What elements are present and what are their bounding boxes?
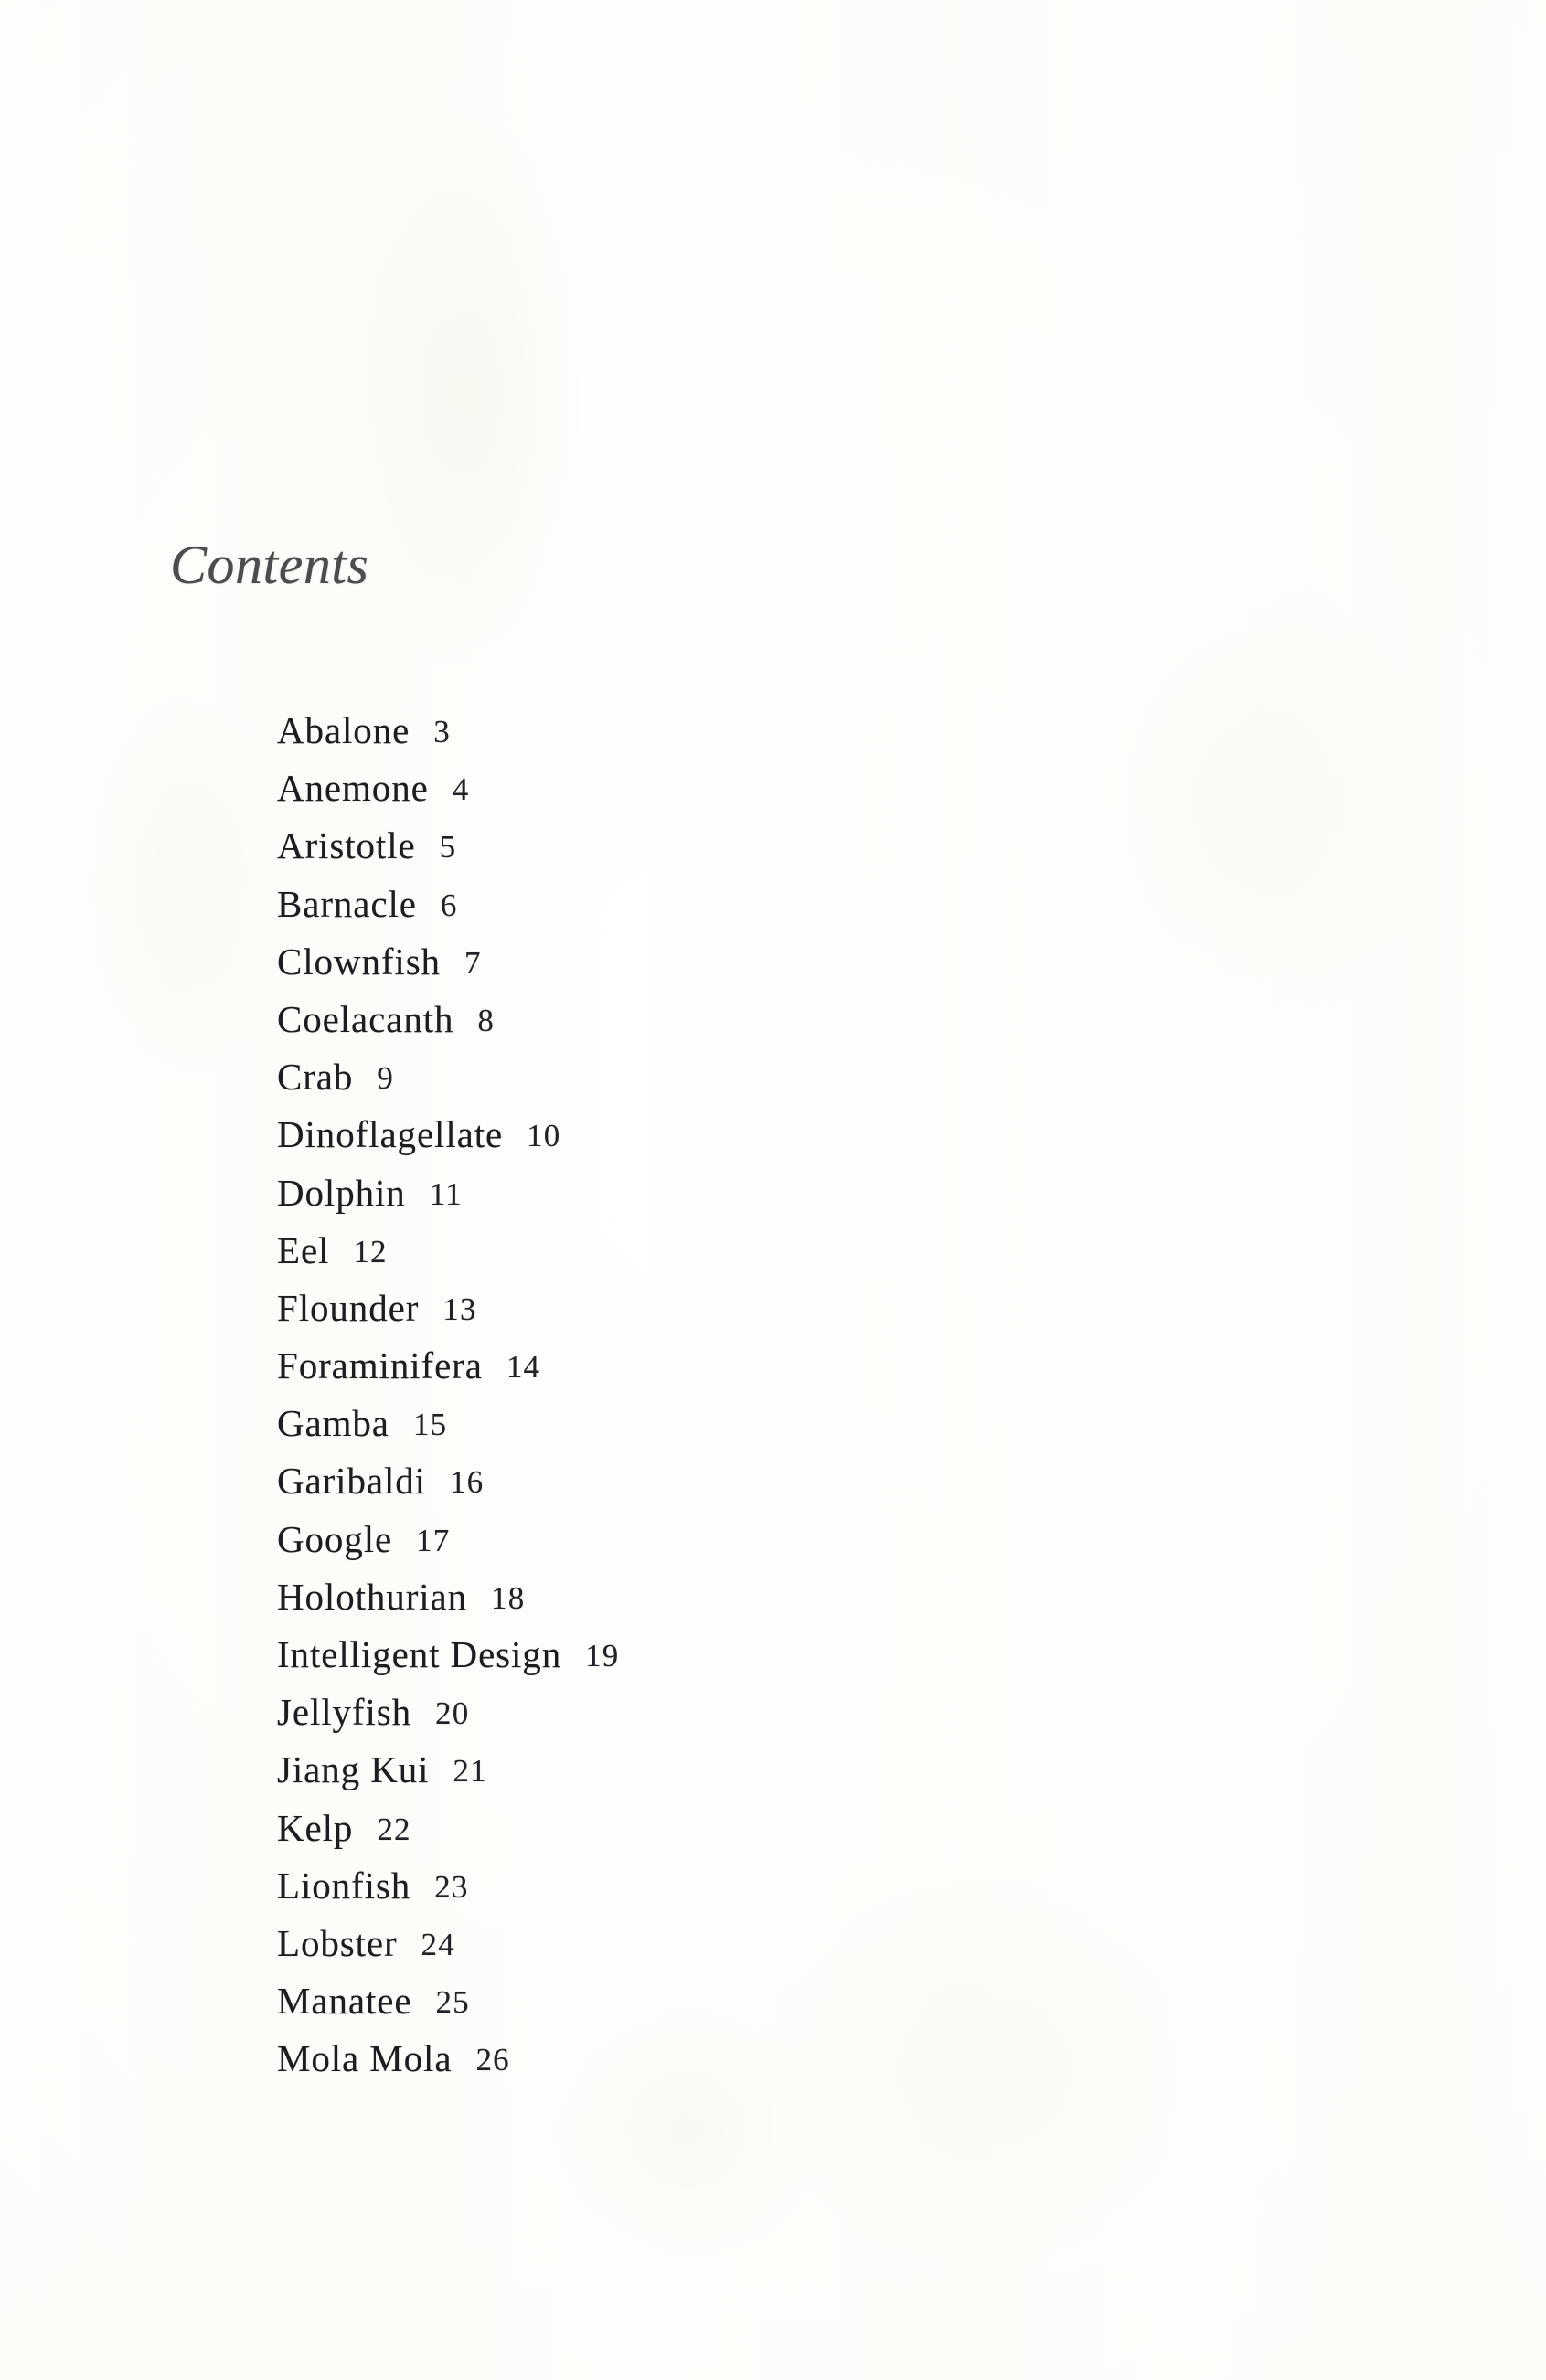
toc-entry-name: Eel (277, 1228, 330, 1271)
toc-entry-page-number: 3 (433, 714, 451, 749)
toc-entry[interactable]: Manatee 25 (277, 1972, 1100, 2030)
toc-entry-page-number: 6 (440, 887, 458, 923)
toc-entry[interactable]: Jiang Kui 21 (277, 1741, 1100, 1799)
toc-entry-name: Clownfish (277, 940, 441, 983)
toc-entry-name: Holothurian (277, 1575, 468, 1618)
toc-entry-page-number: 5 (439, 829, 457, 866)
toc-entry[interactable]: Gamba 15 (277, 1395, 1100, 1452)
toc-entry-name: Kelp (277, 1806, 354, 1849)
toc-entry[interactable]: Abalone 3 (277, 702, 1100, 760)
page-title: Contents (170, 535, 369, 595)
toc-entry[interactable]: Mola Mola 26 (277, 2030, 1100, 2088)
toc-entry-page-number: 8 (477, 1002, 496, 1038)
toc-entry-page-number: 11 (429, 1175, 463, 1212)
toc-entry-name: Coelacanth (277, 997, 454, 1040)
toc-entry-name: Anemone (277, 767, 429, 810)
scan-artifact (1079, 567, 1426, 1042)
toc-entry-page-number: 12 (353, 1233, 388, 1270)
book-page: Contents Abalone 3 Anemone 4 Aristotle 5 Barna… (0, 0, 1546, 2380)
toc-entry-name: Garibaldi (277, 1460, 426, 1503)
toc-entry-page-number: 15 (412, 1407, 448, 1443)
toc-entry-page-number: 17 (416, 1522, 451, 1558)
toc-entry-page-number: 7 (464, 944, 482, 981)
toc-entry-page-number: 13 (442, 1291, 477, 1327)
toc-entry-page-number: 23 (434, 1868, 469, 1905)
toc-entry[interactable]: Eel 12 (277, 1222, 1100, 1280)
toc-entry-name: Dolphin (277, 1171, 406, 1214)
toc-entry-page-number: 25 (435, 1984, 470, 2021)
toc-entry-name: Aristotle (277, 824, 416, 867)
toc-entry-name: Flounder (277, 1286, 420, 1329)
toc-entry-page-number: 14 (506, 1349, 541, 1386)
toc-entry-name: Jiang Kui (277, 1748, 430, 1791)
toc-entry[interactable]: Foraminifera 14 (277, 1337, 1100, 1395)
toc-entry-page-number: 9 (377, 1060, 395, 1097)
toc-entry-page-number: 18 (491, 1579, 526, 1616)
toc-entry-page-number: 26 (475, 2042, 510, 2078)
toc-entry[interactable]: Jellyfish 20 (277, 1684, 1100, 1741)
toc-entry-page-number: 4 (452, 771, 470, 808)
toc-entry-name: Crab (277, 1056, 354, 1099)
toc-entry[interactable]: Anemone 4 (277, 760, 1100, 817)
toc-entry[interactable]: Crab 9 (277, 1048, 1100, 1106)
toc-entry-page-number: 22 (377, 1811, 411, 1847)
toc-entry[interactable]: Lionfish 23 (277, 1857, 1100, 1915)
toc-entry-name: Barnacle (277, 882, 417, 925)
toc-entry-name: Mola Mola (277, 2037, 453, 2080)
toc-entry-name: Gamba (277, 1402, 389, 1445)
toc-entry[interactable]: Aristotle 5 (277, 817, 1100, 875)
toc-entry[interactable]: Dolphin 11 (277, 1164, 1100, 1222)
toc-entry-name: Intelligent Design (277, 1633, 562, 1675)
toc-entry[interactable]: Flounder 13 (277, 1280, 1100, 1337)
toc-entry-page-number: 16 (449, 1464, 485, 1501)
toc-entry-name: Lionfish (277, 1864, 411, 1907)
toc-entry-name: Dinoflagellate (277, 1113, 504, 1156)
toc-entry-name: Google (277, 1517, 393, 1560)
scan-artifact (82, 695, 283, 1078)
toc-entry-name: Jellyfish (277, 1691, 412, 1734)
toc-entry-name: Foraminifera (277, 1344, 483, 1387)
toc-entry-page-number: 20 (435, 1695, 470, 1732)
toc-entry-name: Lobster (277, 1921, 398, 1964)
toc-entry[interactable]: Google 17 (277, 1511, 1100, 1568)
toc-entry[interactable]: Coelacanth 8 (277, 991, 1100, 1048)
toc-entry[interactable]: Intelligent Design 19 (277, 1626, 1100, 1684)
toc-entry-page-number: 10 (527, 1118, 561, 1154)
toc-entry[interactable]: Lobster 24 (277, 1915, 1100, 1972)
toc-entry[interactable]: Garibaldi 16 (277, 1452, 1100, 1510)
toc-entry-name: Abalone (277, 709, 410, 751)
toc-entry[interactable]: Barnacle 6 (277, 876, 1100, 933)
toc-entry[interactable]: Dinoflagellate 10 (277, 1106, 1100, 1163)
toc-entry-name: Manatee (277, 1980, 412, 2023)
toc-entry-page-number: 19 (585, 1638, 620, 1673)
toc-entry[interactable]: Kelp 22 (277, 1800, 1100, 1857)
scan-artifact (347, 110, 585, 676)
toc-entry[interactable]: Holothurian 18 (277, 1568, 1100, 1626)
table-of-contents-list: Abalone 3 Anemone 4 Aristotle 5 Barnacle 6 Clown… (277, 702, 1100, 2088)
toc-entry[interactable]: Clownfish 7 (277, 933, 1100, 991)
toc-entry-page-number: 24 (421, 1926, 455, 1962)
toc-entry-page-number: 21 (453, 1753, 487, 1790)
